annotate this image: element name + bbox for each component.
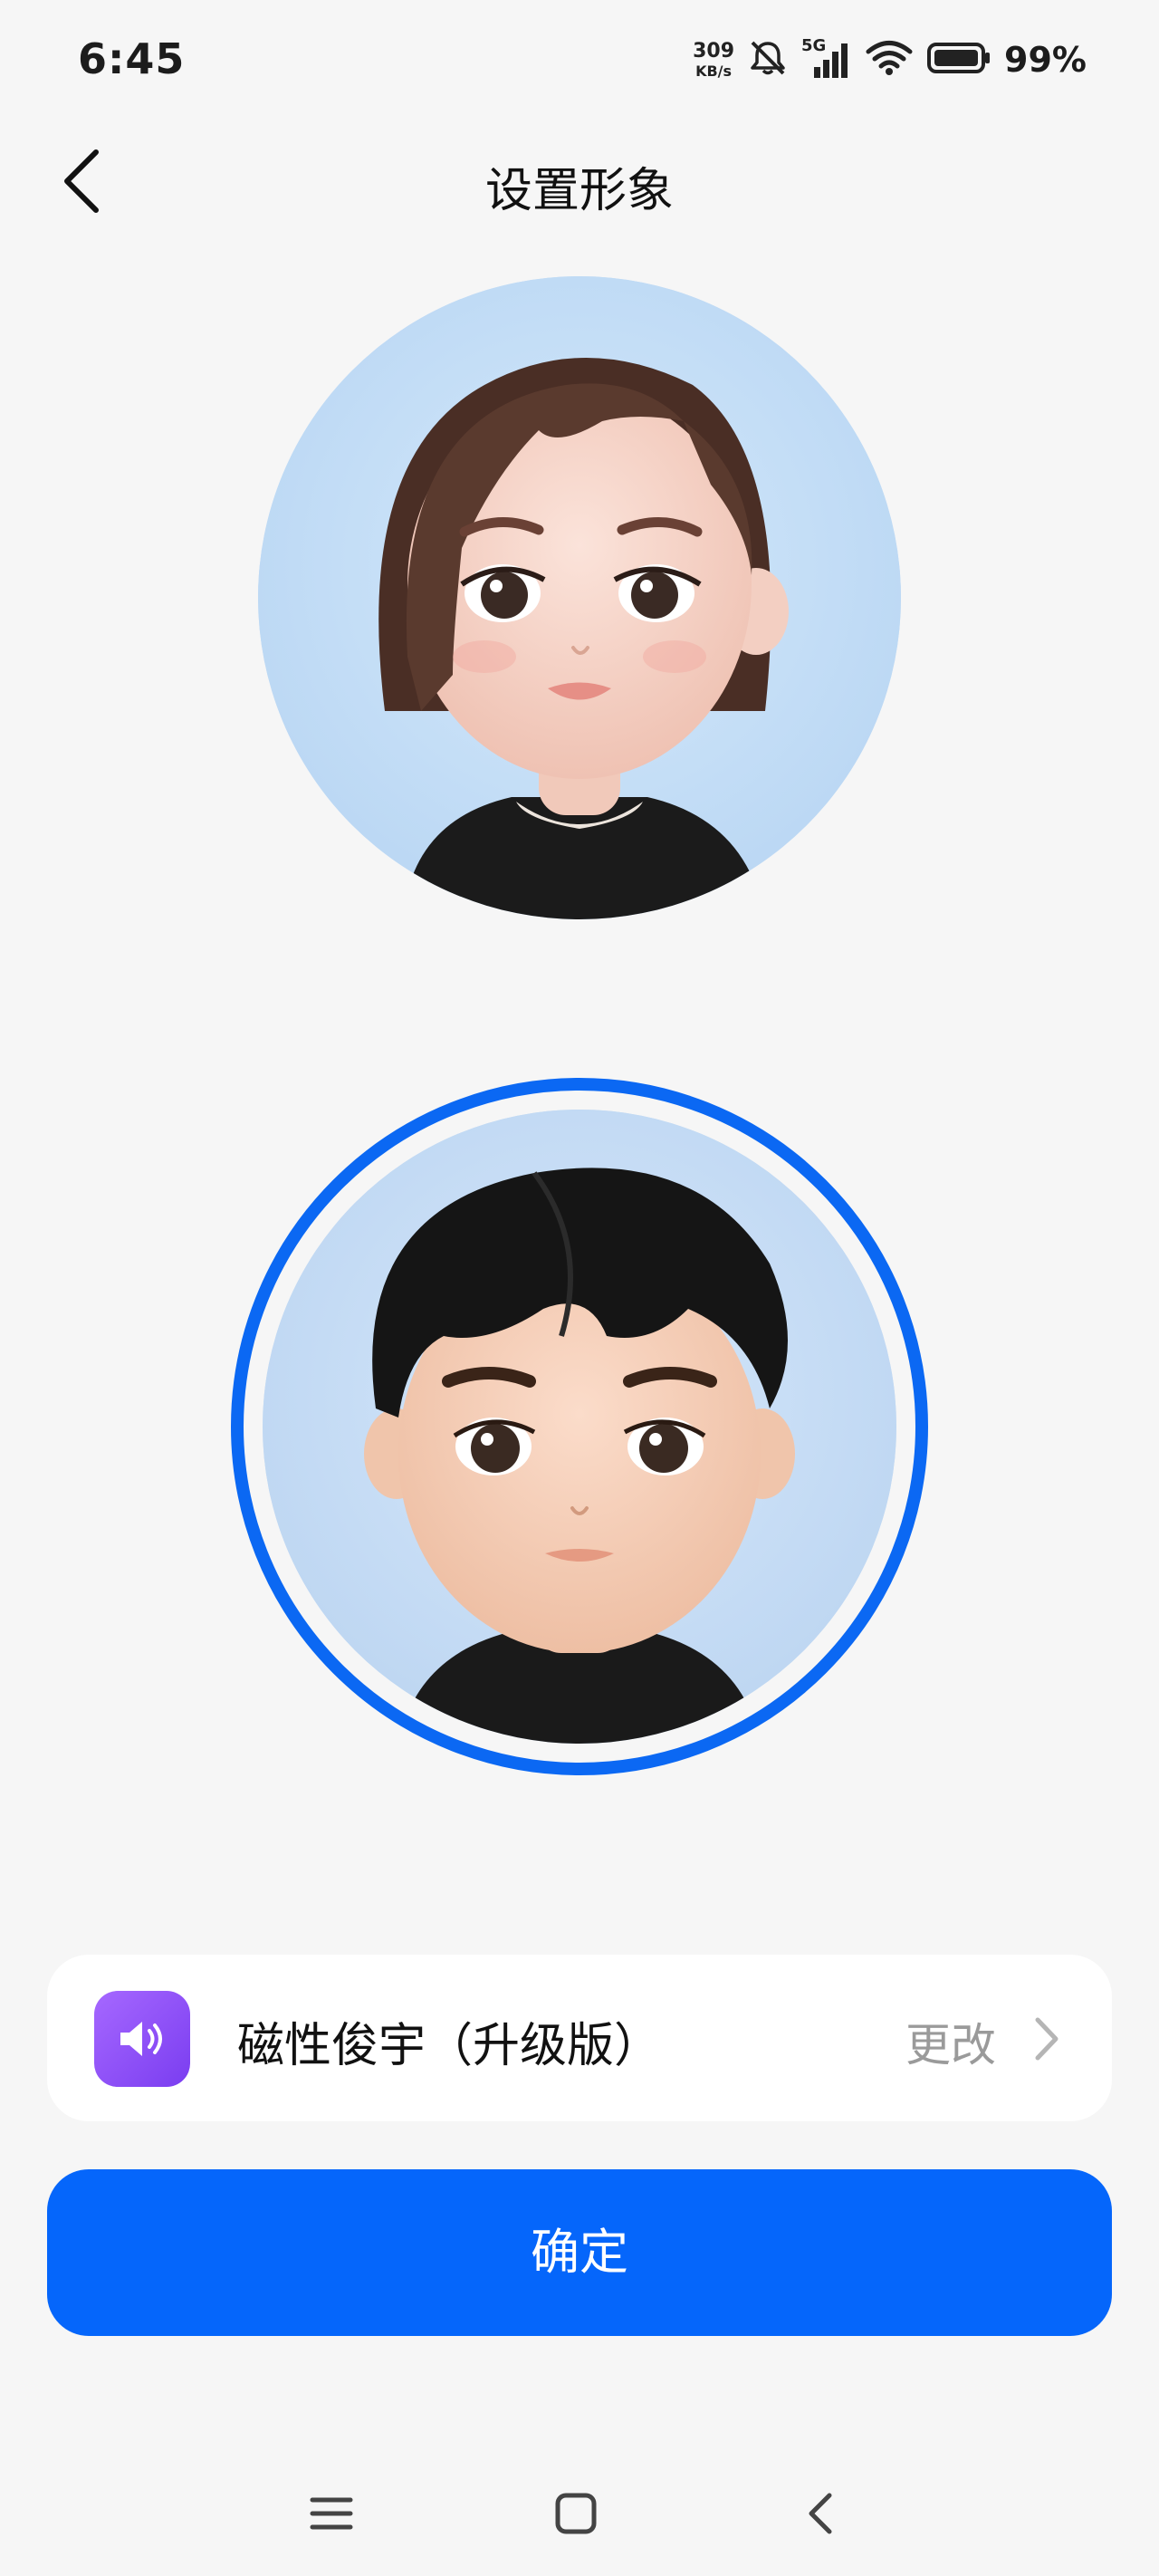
- home-icon: [555, 2493, 597, 2534]
- menu-icon: [310, 2497, 353, 2530]
- confirm-button[interactable]: 确定: [47, 2169, 1112, 2336]
- speaker-icon: [94, 1991, 190, 2087]
- battery-icon: [926, 40, 991, 80]
- status-bar: 6:45 309 KB/s 5G 99%: [0, 0, 1159, 127]
- system-navigation-bar: [0, 2464, 1159, 2563]
- voice-name: 磁性俊宇（升级版）: [237, 2019, 662, 2073]
- change-voice-link[interactable]: 更改: [905, 2009, 996, 2074]
- menu-button[interactable]: [295, 2482, 368, 2545]
- chevron-right-icon: [1035, 2017, 1058, 2061]
- signal-icon: 5G: [801, 36, 852, 80]
- mute-icon: [747, 40, 789, 80]
- net-speed-unit: KB/s: [695, 62, 733, 80]
- voice-setting-row[interactable]: 磁性俊宇（升级版） 更改: [47, 1955, 1112, 2121]
- nav-back-button[interactable]: [784, 2482, 857, 2545]
- net-speed: 309 KB/s: [693, 39, 735, 80]
- status-time: 6:45: [78, 34, 186, 83]
- page-title: 设置形象: [484, 164, 674, 218]
- header: 设置形象: [0, 127, 1159, 235]
- status-indicators: 309 KB/s 5G 99%: [693, 34, 1087, 85]
- back-icon: [809, 2493, 832, 2534]
- wifi-icon: [865, 40, 914, 80]
- battery-percent: 99%: [1004, 40, 1087, 80]
- home-button[interactable]: [540, 2482, 612, 2545]
- net-speed-value: 309: [693, 39, 735, 62]
- female-avatar[interactable]: [258, 276, 901, 919]
- male-avatar[interactable]: [263, 1110, 896, 1744]
